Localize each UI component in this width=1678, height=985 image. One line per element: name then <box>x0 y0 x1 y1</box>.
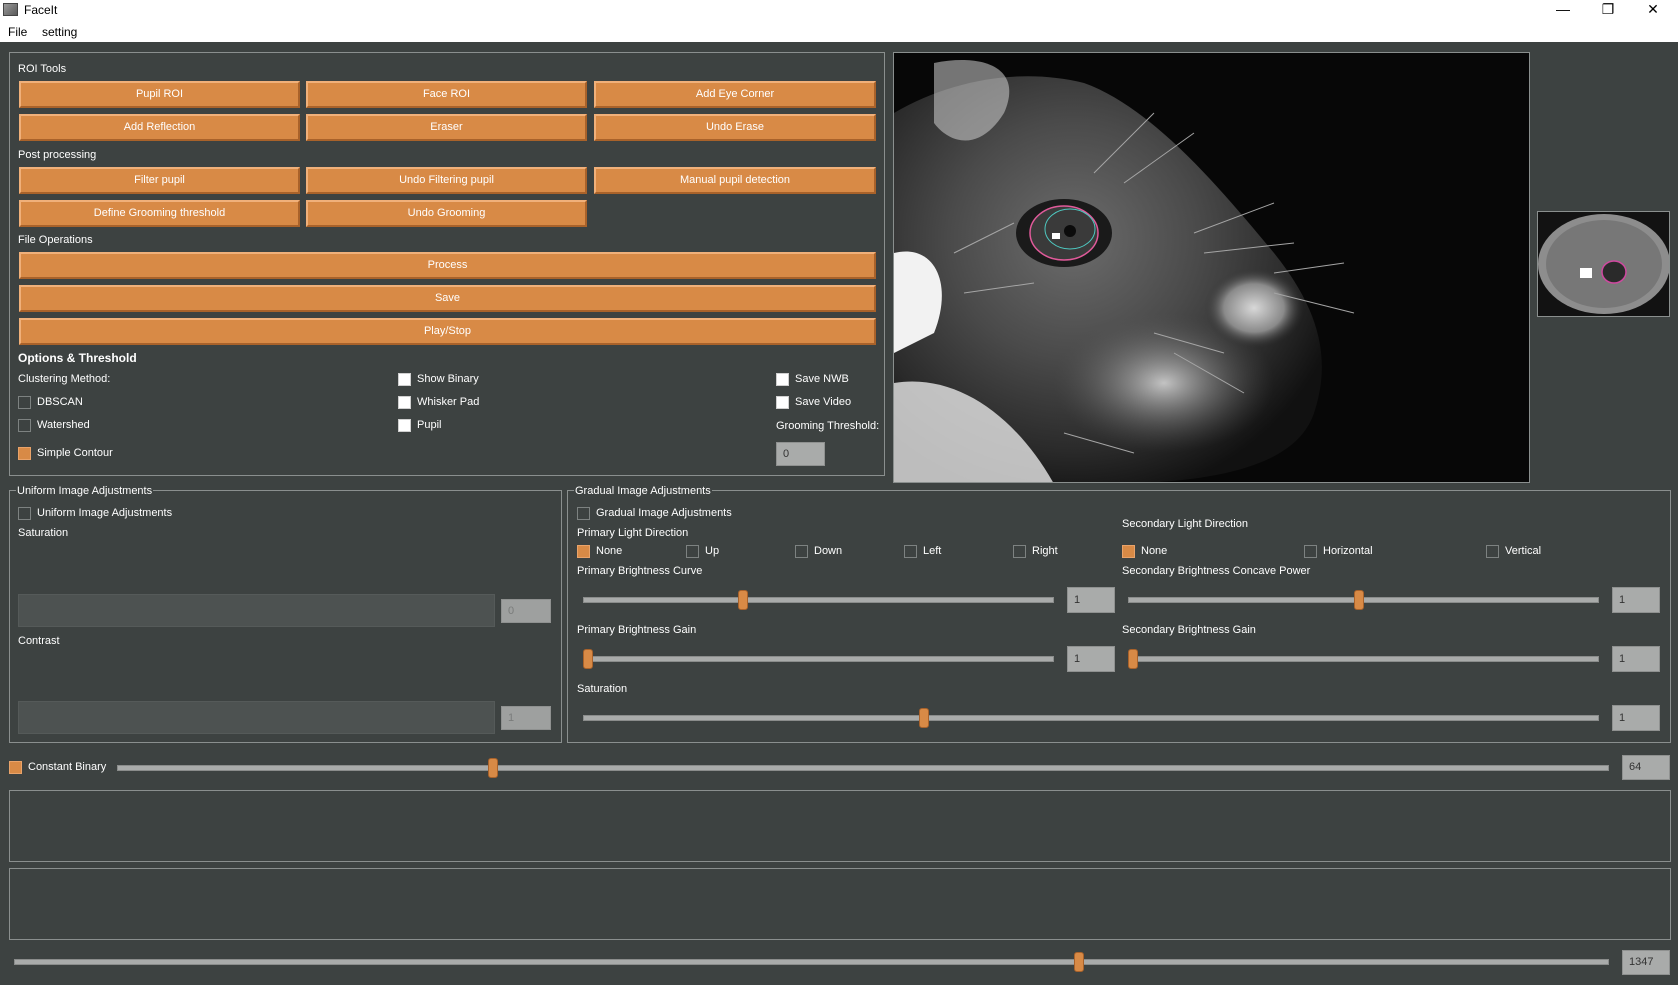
secondary-brightness-gain-slider[interactable] <box>1127 649 1599 669</box>
undo-filtering-pupil-button[interactable]: Undo Filtering pupil <box>306 167 587 194</box>
slider-handle[interactable] <box>1127 649 1138 669</box>
primary-brightness-gain-input[interactable]: 1 <box>1067 646 1115 672</box>
plot-panel-2 <box>9 868 1671 940</box>
primary-brightness-curve-slider[interactable] <box>583 590 1054 610</box>
app-icon <box>3 3 18 16</box>
uniform-contrast-input[interactable]: 1 <box>501 706 551 730</box>
slider-handle[interactable] <box>582 649 593 669</box>
define-grooming-threshold-button[interactable]: Define Grooming threshold <box>19 200 300 227</box>
constant-binary-input[interactable]: 64 <box>1622 755 1670 780</box>
options-threshold-label: Options & Threshold <box>18 351 137 365</box>
gradual-image-adjustments-title: Gradual Image Adjustments <box>574 485 712 497</box>
gradual-saturation-label: Saturation <box>577 683 628 695</box>
constant-binary-slider[interactable] <box>117 758 1609 778</box>
menu-file[interactable]: File <box>8 25 27 39</box>
title-bar: FaceIt — ❐ ✕ <box>0 0 1678 21</box>
pupil-roi-button[interactable]: Pupil ROI <box>19 81 300 108</box>
primary-brightness-curve-input[interactable]: 1 <box>1067 587 1115 613</box>
slider-handle[interactable] <box>1074 952 1085 972</box>
slider-handle[interactable] <box>919 708 930 728</box>
save-button[interactable]: Save <box>19 285 876 312</box>
secondary-light-direction-label: Secondary Light Direction <box>1122 518 1248 530</box>
add-reflection-button[interactable]: Add Reflection <box>19 114 300 141</box>
pupil-roi-preview <box>1537 211 1670 317</box>
face-roi-button[interactable]: Face ROI <box>306 81 587 108</box>
window-title: FaceIt <box>24 3 58 17</box>
primary-brightness-gain-slider[interactable] <box>582 649 1054 669</box>
roi-tools-label: ROI Tools <box>18 63 67 75</box>
menu-bar: File setting <box>0 21 1678 42</box>
filter-pupil-button[interactable]: Filter pupil <box>19 167 300 194</box>
secondary-brightness-gain-input[interactable]: 1 <box>1612 646 1660 672</box>
minimize-button[interactable]: — <box>1540 0 1586 21</box>
undo-grooming-button[interactable]: Undo Grooming <box>306 200 587 227</box>
slider-handle[interactable] <box>1353 590 1364 610</box>
uniform-image-adjustments-title: Uniform Image Adjustments <box>16 485 154 497</box>
primary-light-direction-label: Primary Light Direction <box>577 527 689 539</box>
grooming-threshold-input[interactable]: 0 <box>776 442 825 466</box>
slider-handle[interactable] <box>738 590 749 610</box>
manual-pupil-detection-button[interactable]: Manual pupil detection <box>594 167 876 194</box>
pupil-roi-image <box>1538 212 1669 316</box>
post-processing-label: Post processing <box>18 149 97 161</box>
menu-setting[interactable]: setting <box>42 25 77 39</box>
video-frame-display <box>893 52 1530 483</box>
plot-panel-1 <box>9 790 1671 862</box>
primary-brightness-curve-label: Primary Brightness Curve <box>577 565 703 577</box>
eraser-button[interactable]: Eraser <box>306 114 587 141</box>
clustering-method-label: Clustering Method: <box>18 373 111 385</box>
frame-slider[interactable] <box>14 952 1609 972</box>
gradual-image-adjustments-group <box>567 490 1671 743</box>
gradual-saturation-slider[interactable] <box>583 708 1599 728</box>
secondary-brightness-concave-power-slider[interactable] <box>1128 590 1599 610</box>
uniform-contrast-label: Contrast <box>18 635 60 647</box>
undo-erase-button[interactable]: Undo Erase <box>594 114 876 141</box>
uniform-saturation-input[interactable]: 0 <box>501 599 551 623</box>
primary-brightness-gain-label: Primary Brightness Gain <box>577 624 697 636</box>
uniform-saturation-slider[interactable] <box>18 594 495 627</box>
frame-number-input[interactable]: 1347 <box>1622 950 1670 975</box>
file-operations-label: File Operations <box>18 234 93 246</box>
restore-button[interactable]: ❐ <box>1585 0 1631 21</box>
mouse-face-image <box>894 53 1529 482</box>
slider-handle[interactable] <box>487 758 498 778</box>
uniform-saturation-label: Saturation <box>18 527 69 539</box>
grooming-threshold-label: Grooming Threshold: <box>776 420 880 432</box>
process-button[interactable]: Process <box>19 252 876 279</box>
gradual-saturation-input[interactable]: 1 <box>1612 705 1660 731</box>
secondary-brightness-concave-power-label: Secondary Brightness Concave Power <box>1122 565 1311 577</box>
add-eye-corner-button[interactable]: Add Eye Corner <box>594 81 876 108</box>
secondary-brightness-concave-power-input[interactable]: 1 <box>1612 587 1660 613</box>
uniform-contrast-slider[interactable] <box>18 701 495 734</box>
close-button[interactable]: ✕ <box>1630 0 1676 21</box>
secondary-brightness-gain-label: Secondary Brightness Gain <box>1122 624 1256 636</box>
play-stop-button[interactable]: Play/Stop <box>19 318 876 345</box>
